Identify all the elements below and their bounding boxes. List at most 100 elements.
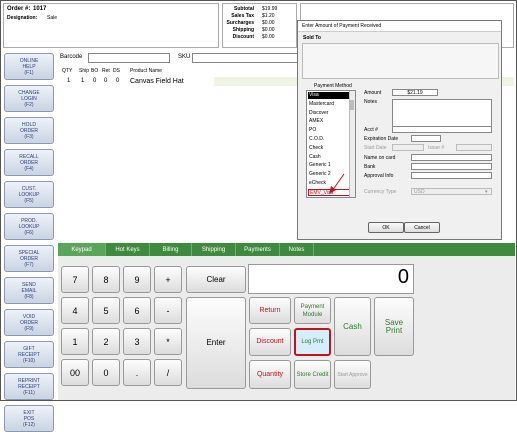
payment-module-button[interactable]: Payment Module bbox=[294, 297, 331, 324]
keypad-key[interactable]: 6 bbox=[123, 297, 151, 324]
log-pmt-button[interactable]: Log Pmt bbox=[294, 328, 331, 356]
totals-label: Shipping bbox=[232, 27, 254, 33]
column-header: Ship bbox=[79, 68, 90, 74]
keypad-key[interactable]: 1 bbox=[61, 328, 89, 355]
keypad-key[interactable]: + bbox=[154, 266, 182, 293]
payment-method-item[interactable]: C.O.D. bbox=[308, 136, 350, 143]
payment-method-item[interactable]: Cash bbox=[308, 154, 350, 161]
tab-shipping[interactable]: Shipping bbox=[192, 243, 236, 256]
acct-label: Acct # bbox=[364, 127, 378, 133]
notes-textarea[interactable] bbox=[392, 99, 492, 127]
sidebar-button[interactable]: EXIT POS (F12) bbox=[4, 405, 54, 432]
return-button[interactable]: Return bbox=[249, 297, 291, 324]
payment-method-item[interactable]: Visa bbox=[308, 92, 350, 99]
save-print-button[interactable]: Save Print bbox=[374, 297, 414, 356]
table-cell: 1 bbox=[81, 78, 85, 84]
sold-to-panel bbox=[302, 43, 499, 79]
totals-value: $0.00 bbox=[262, 20, 275, 26]
keypad-key[interactable]: - bbox=[154, 297, 182, 324]
list-scrollbar-thumb[interactable] bbox=[350, 100, 354, 110]
sidebar-button[interactable]: HOLD ORDER (F3) bbox=[4, 117, 54, 144]
payment-method-item[interactable]: PO bbox=[308, 127, 350, 134]
totals-label: Subtotal bbox=[234, 6, 254, 12]
issue-input[interactable] bbox=[456, 144, 492, 151]
column-header: Product Name bbox=[130, 68, 162, 74]
bank-label: Bank bbox=[364, 164, 376, 170]
totals-label: Surcharges bbox=[226, 20, 254, 26]
keypad-key[interactable]: 0 bbox=[92, 359, 120, 386]
currency-select[interactable]: USD bbox=[411, 188, 492, 195]
cash-button[interactable]: Cash bbox=[334, 297, 371, 356]
sidebar-button[interactable]: RECALL ORDER (F4) bbox=[4, 149, 54, 176]
designation-value: Sale bbox=[47, 15, 58, 21]
store-credit-button[interactable]: Store Credit bbox=[294, 360, 331, 389]
tab-keypad[interactable]: Keypad bbox=[58, 243, 106, 256]
payment-method-item[interactable]: Generic 1 bbox=[308, 162, 350, 169]
payment-method-label: Payment Method bbox=[314, 83, 352, 89]
chevron-down-icon: ▾ bbox=[485, 189, 488, 195]
currency-type-label: Currency Type bbox=[364, 189, 397, 195]
acct-input[interactable] bbox=[392, 126, 492, 133]
totals-value: $1.20 bbox=[262, 13, 275, 19]
keypad-key[interactable]: / bbox=[154, 359, 182, 386]
sidebar-button[interactable]: VOID ORDER (F9) bbox=[4, 309, 54, 336]
bank-input[interactable] bbox=[411, 163, 492, 170]
expiration-input[interactable] bbox=[411, 135, 441, 142]
notes-label: Notes bbox=[364, 99, 378, 105]
sku-label: SKU bbox=[178, 54, 191, 60]
payment-method-item[interactable]: Mastercard bbox=[308, 101, 350, 108]
cancel-button[interactable]: Cancel bbox=[404, 222, 440, 233]
sidebar-button[interactable]: SEND EMAIL (F8) bbox=[4, 277, 54, 304]
amount-input[interactable]: $21.19 bbox=[392, 89, 438, 96]
tab-notes[interactable]: Notes bbox=[280, 243, 314, 256]
keypad-key[interactable]: 3 bbox=[123, 328, 151, 355]
sidebar-button[interactable]: SPECIAL ORDER (F7) bbox=[4, 245, 54, 272]
start-date-input[interactable] bbox=[392, 144, 424, 151]
keypad-key[interactable]: 00 bbox=[61, 359, 89, 386]
clear-button[interactable]: Clear bbox=[186, 266, 246, 293]
keypad-key[interactable]: . bbox=[123, 359, 151, 386]
expiration-label: Expiration Date bbox=[364, 136, 399, 142]
name-on-card-input[interactable] bbox=[411, 154, 492, 161]
sidebar-button[interactable]: CHANGE LOGIN (F2) bbox=[4, 85, 54, 112]
keypad-key[interactable]: 2 bbox=[92, 328, 120, 355]
enter-button[interactable]: Enter bbox=[186, 297, 246, 389]
quantity-button[interactable]: Quantity bbox=[249, 360, 291, 389]
discount-button[interactable]: Discount bbox=[249, 328, 291, 356]
barcode-label: Barcode bbox=[60, 54, 83, 60]
keypad-key[interactable]: * bbox=[154, 328, 182, 355]
payment-dialog: Enter Amount of Payment Received Sold To… bbox=[297, 20, 502, 240]
keypad-key[interactable]: 5 bbox=[92, 297, 120, 324]
payment-method-item[interactable]: Discover bbox=[308, 110, 350, 117]
keypad-key[interactable]: 8 bbox=[92, 266, 120, 293]
table-cell: 0 bbox=[104, 78, 108, 84]
totals-value: $0.00 bbox=[262, 27, 275, 33]
tab-hot-keys[interactable]: Hot Keys bbox=[106, 243, 150, 256]
issue-label: Issue # bbox=[428, 145, 445, 151]
payment-method-item[interactable]: AMEX bbox=[308, 118, 350, 125]
sidebar-button[interactable]: GIFT RECEIPT (F10) bbox=[4, 341, 54, 368]
keypad-key[interactable]: 9 bbox=[123, 266, 151, 293]
tab-billing[interactable]: Billing bbox=[150, 243, 192, 256]
order-number-label: Order #: bbox=[7, 6, 31, 12]
sidebar-button[interactable]: CUST. LOOKUP (F5) bbox=[4, 181, 54, 208]
ok-button[interactable]: OK bbox=[368, 222, 404, 233]
totals-label: Discount bbox=[232, 34, 254, 40]
barcode-input[interactable] bbox=[88, 53, 170, 63]
sidebar-button[interactable]: REPRINT RECEIPT (F11) bbox=[4, 373, 54, 400]
start-approve-button[interactable]: Start Approve bbox=[334, 360, 371, 389]
sold-to-label: Sold To bbox=[303, 35, 321, 41]
keypad-key[interactable]: 4 bbox=[61, 297, 89, 324]
approval-info-input[interactable] bbox=[411, 172, 492, 179]
table-cell: 1 bbox=[67, 78, 71, 84]
sidebar-button[interactable]: ONLINE HELP (F1) bbox=[4, 53, 54, 80]
designation-label: Designation: bbox=[7, 15, 38, 21]
keypad-key[interactable]: 7 bbox=[61, 266, 89, 293]
sidebar-button[interactable]: PROD. LOOKUP (F6) bbox=[4, 213, 54, 240]
sku-input[interactable] bbox=[192, 53, 298, 63]
order-number: 1017 bbox=[33, 6, 47, 12]
tab-payments[interactable]: Payments bbox=[236, 243, 280, 256]
column-header: Ret bbox=[102, 68, 110, 74]
keypad-display bbox=[248, 264, 414, 294]
payment-method-item[interactable]: Check bbox=[308, 145, 350, 152]
